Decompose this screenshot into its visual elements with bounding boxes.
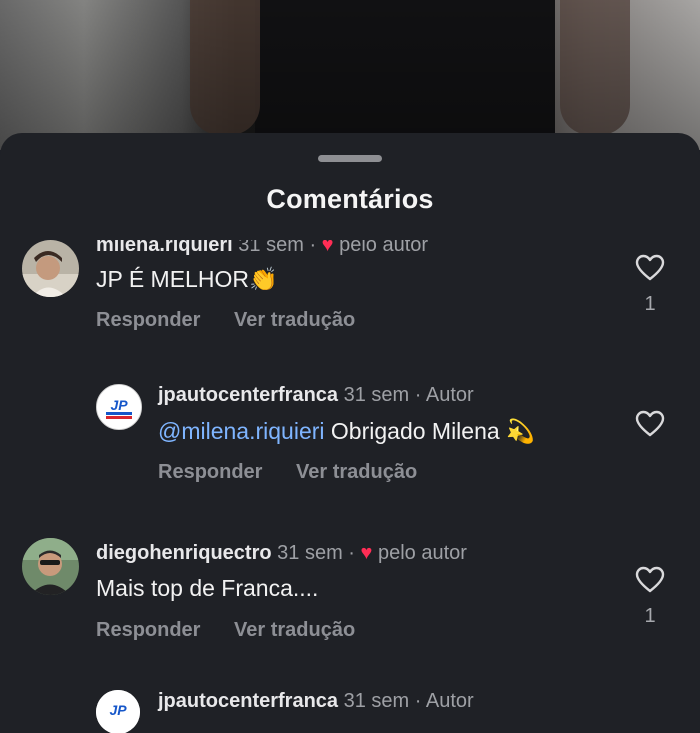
author-badge: Autor xyxy=(425,690,474,712)
comment-text: JP É MELHOR👏 xyxy=(96,266,278,293)
reply-button[interactable]: Responder xyxy=(96,309,200,331)
clapping-hands-emoji: 👏 xyxy=(248,267,278,293)
avatar[interactable] xyxy=(22,538,79,595)
comment-text: Mais top de Franca.... xyxy=(96,575,319,601)
username[interactable]: milena.riquieri xyxy=(96,240,233,256)
comment-actions: Responder Ver tradução xyxy=(96,619,383,642)
reply-button[interactable]: Responder xyxy=(158,461,262,483)
avatar[interactable] xyxy=(22,240,79,297)
heart-outline-icon[interactable] xyxy=(635,410,665,437)
drag-handle[interactable] xyxy=(318,155,382,162)
reply-button[interactable]: Responder xyxy=(96,619,200,641)
like-count: 1 xyxy=(644,605,656,627)
comment-meta: milena.riquieri 31 sem · ♥ pelo autor xyxy=(96,240,428,257)
author-heart-icon: ♥ xyxy=(360,542,373,564)
translate-button[interactable]: Ver tradução xyxy=(234,309,355,331)
like-control xyxy=(634,410,666,437)
translate-button[interactable]: Ver tradução xyxy=(296,461,417,483)
username[interactable]: jpautocenterfranca xyxy=(158,690,338,712)
mention-link[interactable]: @milena.riquieri xyxy=(158,418,325,444)
svg-text:JP: JP xyxy=(109,702,127,718)
timestamp: 31 sem xyxy=(343,384,410,406)
username[interactable]: diegohenriquectro xyxy=(96,542,272,564)
comments-sheet: Comentários milena.riquieri 31 sem · ♥ p… xyxy=(0,133,700,733)
avatar[interactable]: JP xyxy=(96,384,142,430)
timestamp: 31 sem xyxy=(277,542,343,564)
username[interactable]: jpautocenterfranca xyxy=(158,384,338,406)
comment-actions: Responder Ver tradução xyxy=(158,461,445,484)
like-control: 1 xyxy=(634,566,666,628)
heart-outline-icon[interactable] xyxy=(635,566,665,593)
avatar[interactable]: JP xyxy=(96,690,140,733)
timestamp: 31 sem xyxy=(238,240,304,256)
comment-actions: Responder Ver tradução xyxy=(96,309,383,332)
liked-by-author-label: pelo autor xyxy=(339,240,429,256)
heart-outline-icon[interactable] xyxy=(635,254,665,281)
video-background xyxy=(0,0,700,150)
dizzy-star-emoji: 💫 xyxy=(506,419,535,445)
svg-text:JP: JP xyxy=(110,397,128,413)
author-badge: Autor xyxy=(425,384,474,406)
sheet-title: Comentários xyxy=(266,184,434,214)
comment-text: @milena.riquieri Obrigado Milena 💫 xyxy=(158,418,535,445)
comment-meta: jpautocenterfranca 31 sem · Autor xyxy=(158,690,474,712)
liked-by-author-label: pelo autor xyxy=(377,542,467,564)
timestamp: 31 sem xyxy=(343,690,410,712)
like-control: 1 xyxy=(634,254,666,316)
translate-button[interactable]: Ver tradução xyxy=(234,619,355,641)
comment-meta: jpautocenterfranca 31 sem · Autor xyxy=(158,384,474,406)
comment-list[interactable]: milena.riquieri 31 sem · ♥ pelo autor JP… xyxy=(0,240,700,733)
author-heart-icon: ♥ xyxy=(321,240,334,256)
comment-meta: diegohenriquectro 31 sem · ♥ pelo autor xyxy=(96,542,467,564)
like-count: 1 xyxy=(644,293,656,315)
